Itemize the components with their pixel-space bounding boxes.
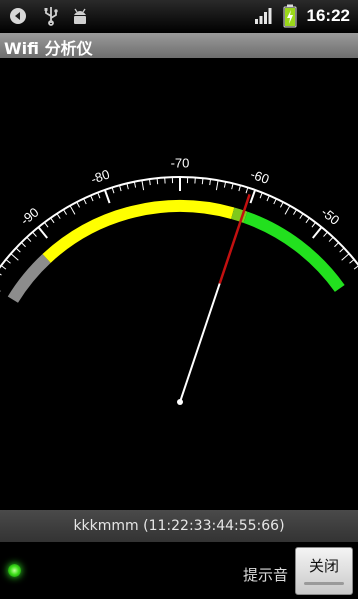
gauge-tick (63, 209, 67, 215)
status-led (8, 564, 21, 577)
network-label: kkkmmm (11:22:33:44:55:66) (73, 518, 285, 534)
usb-icon (44, 7, 58, 26)
gauge-tick (223, 181, 227, 188)
gauge-tick (111, 187, 115, 194)
gauge-label: -90 (18, 204, 42, 227)
clock: 16:22 (306, 6, 350, 25)
gauge-label: -80 (89, 166, 112, 186)
close-button-label: 关闭 (308, 557, 339, 575)
gauge-tick (37, 226, 48, 239)
gauge-label: -70 (171, 155, 190, 170)
gauge-tick (339, 247, 345, 253)
gauge-zone-0 (7, 254, 51, 303)
gauge-pivot (177, 399, 183, 405)
gauge-tick (97, 192, 101, 199)
gauge-tick (334, 242, 340, 248)
app-title: Wifi 分析仪 (4, 39, 93, 58)
gauge-tick (349, 259, 355, 264)
gauge-label: -60 (248, 166, 271, 186)
gauge-tick (50, 217, 55, 224)
gauge-tick (209, 179, 212, 186)
gauge-tick (353, 265, 358, 270)
gauge-tick (126, 183, 129, 190)
gauge-tick (26, 236, 32, 242)
bottom-controls: 提示音 关闭 (0, 542, 358, 599)
gauge-tick (299, 213, 304, 219)
battery-charging-icon (283, 4, 297, 28)
gauge-tick (273, 198, 277, 205)
close-button[interactable]: 关闭 (295, 547, 353, 595)
gauge-tick (249, 189, 257, 204)
gauge-tick (215, 180, 219, 191)
gauge-tick (69, 205, 76, 215)
gauge-tick (293, 209, 297, 215)
gauge-tick (328, 236, 334, 242)
signal-meter: -100-90-80-70-60-50-40dBm (0, 58, 358, 510)
gauge-tick (133, 181, 137, 188)
status-bar: 16:22 (0, 0, 358, 33)
gauge-tick (119, 185, 122, 192)
gauge-needle (179, 283, 221, 403)
gauge-tick (20, 242, 26, 248)
gauge-tick (245, 187, 249, 194)
gauge-tick (266, 195, 270, 202)
gauge-tick (32, 231, 37, 237)
gauge-tick (141, 180, 145, 191)
gauge-tick (10, 253, 19, 261)
gauge-tick (56, 213, 61, 219)
gauge-tick (323, 231, 328, 237)
gauge-tick (156, 178, 159, 185)
gauge-tick (231, 183, 234, 190)
gauge-tick (90, 195, 94, 202)
gauge-tick (341, 253, 350, 261)
gauge-tick (5, 259, 11, 264)
gauge-tick (0, 265, 7, 270)
media-icon (10, 8, 26, 24)
gauge-tick (238, 185, 241, 192)
gauge-tick (312, 226, 323, 239)
signal-gauge: -100-90-80-70-60-50-40dBm (0, 155, 358, 405)
android-debug-icon (74, 8, 86, 24)
gauge-label: -50 (318, 204, 342, 227)
network-bar[interactable]: kkkmmm (11:22:33:44:55:66) (0, 510, 358, 542)
close-button-indicator (304, 582, 344, 585)
gauge-tick (15, 247, 21, 253)
title-bar: Wifi 分析仪 (0, 33, 358, 58)
signal-icon (255, 8, 272, 24)
gauge-tick (305, 217, 310, 224)
gauge-tick (279, 201, 284, 208)
gauge-tick (311, 222, 316, 228)
gauge-tick (0, 273, 2, 276)
gauge-tick (148, 179, 151, 186)
gauge-tick (201, 178, 204, 185)
gauge-scale-arc (0, 176, 358, 269)
gauge-tick (83, 198, 87, 205)
gauge-tick (44, 222, 49, 228)
sound-toggle-label[interactable]: 提示音 (243, 564, 288, 585)
gauge-tick (259, 192, 263, 199)
gauge-tick (103, 189, 111, 204)
gauge-tick (76, 201, 81, 208)
gauge-tick (284, 205, 291, 215)
gauge-zone-3 (243, 211, 345, 292)
